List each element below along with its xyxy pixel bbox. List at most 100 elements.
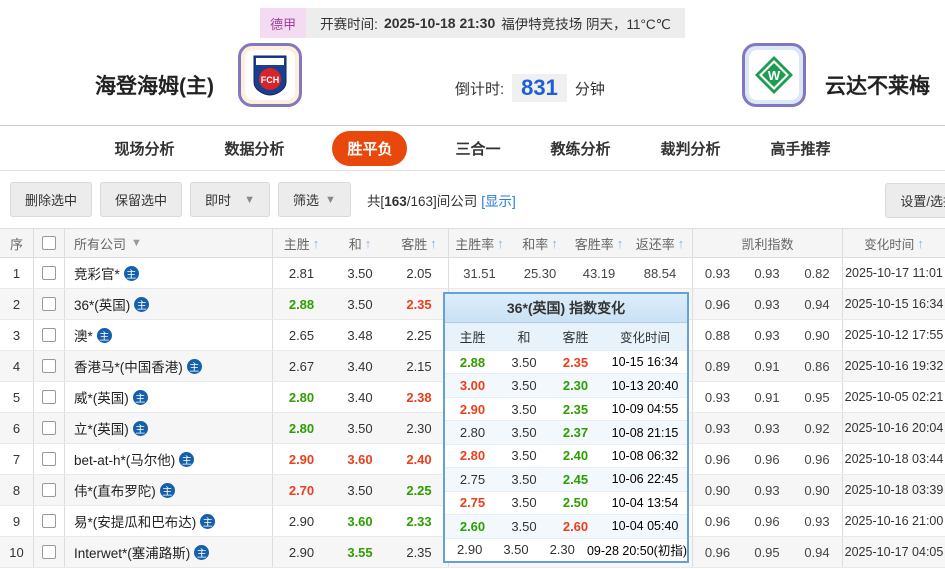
company-name[interactable]: 36*(英国) [74,294,130,314]
popup-row: 2.80 3.50 2.37 10-08 21:15 [445,420,687,444]
sort-up-icon: ↑ [312,235,320,251]
company-cell[interactable]: Interwet*(塞浦路斯) 主 [64,537,272,567]
filter-label: 筛选 [293,193,320,208]
league-badge[interactable]: 德甲 [260,8,307,38]
row-checkbox[interactable] [42,297,56,311]
change-time: 2025-10-16 20:04 [842,413,945,443]
away-odds: 2.25 [406,327,432,343]
company-cell[interactable]: 澳* 主 [64,320,272,350]
row-checkbox[interactable] [42,514,56,528]
sort-up-icon: ↑ [616,235,624,251]
tab-6[interactable]: 高手推荐 [769,131,833,166]
keep-selected-button[interactable]: 保留选中 [100,182,183,217]
select-all-checkbox[interactable] [42,236,56,250]
popup-change-time: 10-08 21:15 [611,425,679,440]
tab-4[interactable]: 教练分析 [549,131,613,166]
company-name[interactable]: 伟*(直布罗陀) [74,480,156,500]
change-time: 2025-10-05 02:21 [842,382,945,412]
kelly-2: 0.96 [804,451,830,467]
company-cell[interactable]: bet-at-h*(马尔他) 主 [64,444,272,474]
tab-5[interactable]: 裁判分析 [659,131,723,166]
change-time: 2025-10-15 16:34 [842,289,945,319]
row-checkbox[interactable] [42,328,56,342]
row-checkbox[interactable] [42,390,56,404]
header-away-odds[interactable]: 客胜 ↑ [390,229,448,257]
away-team-name: 云达不莱梅 [825,75,930,98]
change-time: 2025-10-16 19:32 [842,351,945,381]
header-company[interactable]: 所有公司 ▼ [64,229,272,257]
row-checkbox[interactable] [42,266,56,280]
popup-header-home: 主胜 [459,330,486,345]
draw-odds: 3.55 [347,544,373,560]
company-name[interactable]: bet-at-h*(马尔他) [74,449,175,469]
popup-title: 36*(英国) 指数变化 [445,294,687,323]
company-cell[interactable]: 易*(安提瓜和巴布达) 主 [64,506,272,536]
home-badge-icon: 主 [132,389,148,405]
payout-rate: 88.54 [643,265,677,281]
werder-bremen-crest-icon: W [749,50,799,100]
company-name[interactable]: 竞彩官* [74,263,120,283]
company-name[interactable]: Interwet*(塞浦路斯) [74,542,190,562]
company-name[interactable]: 威*(英国) [74,387,129,407]
tab-2[interactable]: 胜平负 [332,130,408,166]
home-badge-icon: 主 [179,451,195,467]
row-checkbox[interactable] [42,421,56,435]
time-filter-dropdown[interactable]: 即时 ▼ [190,182,271,217]
company-cell[interactable]: 香港马*(中国香港) 主 [64,351,272,381]
row-checkbox[interactable] [42,545,56,559]
home-odds: 2.80 [272,382,330,412]
company-cell[interactable]: 威*(英国) 主 [64,382,272,412]
row-checkbox[interactable] [42,483,56,497]
sort-up-icon: ↑ [497,235,504,251]
away-odds: 2.35 [406,544,432,560]
match-info-bar: 德甲 开赛时间: 2025-10-18 21:30 福伊特竞技场 阴天，11°C… [0,8,945,38]
home-badge-icon: 主 [123,265,139,281]
header-kelly-index: 凯利指数 [692,229,842,257]
row-number: 10 [9,544,24,560]
tab-0[interactable]: 现场分析 [112,131,176,166]
row-checkbox-cell [33,351,64,381]
away-team-logo: W [742,43,806,107]
header-draw-odds[interactable]: 和 ↑ [330,229,390,257]
kelly-1: 0.93 [754,482,780,498]
header-change-time[interactable]: 变化时间 ↑ [842,229,945,257]
company-name[interactable]: 澳* [74,325,93,345]
settings-button[interactable]: 设置/选择 [885,183,945,218]
row-checkbox[interactable] [42,359,56,373]
popup-home-odds: 2.75 [459,471,486,487]
odds-page: 德甲 开赛时间: 2025-10-18 21:30 福伊特竞技场 阴天，11°C… [0,0,945,569]
header-home-rate[interactable]: 主胜率 ↑ [448,229,510,257]
company-cell[interactable]: 36*(英国) 主 [64,289,272,319]
header-away-rate[interactable]: 客胜率 ↑ [570,229,628,257]
company-cell[interactable]: 竞彩官* 主 [64,258,272,288]
header-payout-rate[interactable]: 返还率 ↑ [628,229,692,257]
home-odds: 2.81 [272,258,330,288]
company-count-value: 163 [384,193,407,209]
home-odds: 2.80 [272,413,330,443]
kelly-2: 0.86 [804,358,830,374]
kelly-0: 0.93 [692,413,742,443]
popup-header-away: 客胜 [562,330,589,345]
kelly-1: 0.96 [754,513,780,529]
company-cell[interactable]: 立*(英国) 主 [64,413,272,443]
company-name[interactable]: 香港马*(中国香港) [74,356,183,376]
tab-3[interactable]: 三合一 [453,131,502,166]
filter-dropdown[interactable]: 筛选 ▼ [278,182,351,217]
row-checkbox[interactable] [42,452,56,466]
kelly-2: 0.92 [804,420,830,436]
delete-selected-button[interactable]: 删除选中 [10,182,93,217]
company-name[interactable]: 易*(安提瓜和巴布达) [74,511,196,531]
draw-odds: 3.50 [347,265,373,281]
kelly-0: 0.96 [692,537,742,567]
kelly-1: 0.91 [754,358,780,374]
header-draw-rate[interactable]: 和率 ↑ [510,229,570,257]
home-badge-icon: 主 [159,482,175,498]
tab-1[interactable]: 数据分析 [222,131,286,166]
popup-change-time: 10-09 04:55 [611,402,679,417]
popup-draw-odds: 3.50 [511,495,537,511]
header-home-odds[interactable]: 主胜 ↑ [272,229,330,257]
company-cell[interactable]: 伟*(直布罗陀) 主 [64,475,272,505]
company-name[interactable]: 立*(英国) [74,418,129,438]
show-link[interactable]: [显示] [481,194,516,209]
row-number: 3 [12,327,21,343]
